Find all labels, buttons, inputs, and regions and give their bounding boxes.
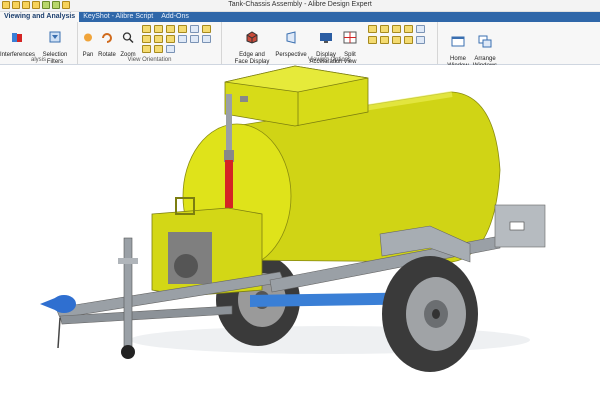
selection-filter-icon xyxy=(49,31,61,43)
viewing-options-group: Edge and Face Display Perspective Displa… xyxy=(222,22,438,65)
rotate-icon xyxy=(102,33,112,43)
view-right-icon[interactable] xyxy=(154,25,163,33)
silhouette-icon[interactable] xyxy=(404,25,413,33)
ground-icon[interactable] xyxy=(416,36,425,44)
view-next-icon[interactable] xyxy=(178,35,187,43)
interferences-icon xyxy=(12,33,22,42)
perspective-button[interactable]: Perspective xyxy=(274,24,308,59)
pan-icon xyxy=(84,33,92,42)
view-prev-icon[interactable] xyxy=(178,25,187,33)
zoom-fit-icon[interactable] xyxy=(202,25,211,33)
transparency-icon[interactable] xyxy=(392,36,401,44)
view-cube-icon[interactable] xyxy=(142,25,151,33)
rotate-button[interactable]: Rotate xyxy=(96,24,118,59)
arrange-windows-icon xyxy=(478,35,492,48)
tank-chassis-model xyxy=(40,65,546,372)
perspective-icon xyxy=(286,31,296,44)
viewing-options-label: Viewing Options xyxy=(307,57,352,63)
section-icon[interactable] xyxy=(368,36,377,44)
ribbon: Interferences Selection Filters alysis P… xyxy=(0,22,600,69)
split-view-icon xyxy=(343,31,357,44)
view-top-icon[interactable] xyxy=(142,45,151,53)
wireframe-icon[interactable] xyxy=(380,25,389,33)
display-accel-icon xyxy=(320,33,332,43)
view-front-icon[interactable] xyxy=(142,35,151,43)
view-orientation-label: View Orientation xyxy=(127,57,172,63)
lighting-icon[interactable] xyxy=(416,25,425,33)
exploded-icon[interactable] xyxy=(380,36,389,44)
zoom-area-icon[interactable] xyxy=(202,35,211,43)
zoom-button[interactable]: Zoom xyxy=(118,24,138,59)
view-normal-icon[interactable] xyxy=(166,45,175,53)
hidden-line-icon[interactable] xyxy=(392,25,401,33)
window-group: Home Window Arrange Windows xyxy=(438,22,500,69)
tab-keyshot-script[interactable]: KeyShot - Alibre Script xyxy=(79,12,157,22)
view-bottom-icon[interactable] xyxy=(166,25,175,33)
material-icon[interactable] xyxy=(404,36,413,44)
interferences-button[interactable]: Interferences xyxy=(0,24,35,59)
shaded-icon[interactable] xyxy=(368,25,377,33)
analysis-group: Interferences Selection Filters alysis xyxy=(0,22,78,65)
ribbon-tabs: Viewing and Analysis KeyShot - Alibre Sc… xyxy=(0,12,600,22)
arrange-windows-button[interactable]: Arrange Windows xyxy=(470,28,500,70)
title-bar: Tank-Chassis Assembly - Alibre Design Ex… xyxy=(0,0,600,12)
rotate-left-icon[interactable] xyxy=(190,25,199,33)
edge-face-icon xyxy=(246,31,258,44)
analysis-group-label: alysis xyxy=(30,57,46,63)
view-iso-icon[interactable] xyxy=(166,35,175,43)
rotate-right-icon[interactable] xyxy=(190,35,199,43)
view-left-icon[interactable] xyxy=(154,35,163,43)
view-back-icon[interactable] xyxy=(154,45,163,53)
zoom-icon xyxy=(122,32,134,44)
app-window: Tank-Chassis Assembly - Alibre Design Ex… xyxy=(0,0,600,400)
model-viewport[interactable] xyxy=(0,65,600,400)
view-orientation-group: Pan Rotate Zoom View Orientation xyxy=(78,22,222,64)
home-window-icon xyxy=(451,36,465,47)
pan-button[interactable]: Pan xyxy=(80,24,96,59)
tab-viewing-analysis[interactable]: Viewing and Analysis xyxy=(0,12,80,22)
home-window-button[interactable]: Home Window xyxy=(444,28,472,70)
tab-add-ons[interactable]: Add-Ons xyxy=(157,12,193,22)
front-right-wheel xyxy=(382,256,478,372)
window-title: Tank-Chassis Assembly - Alibre Design Ex… xyxy=(228,1,372,8)
